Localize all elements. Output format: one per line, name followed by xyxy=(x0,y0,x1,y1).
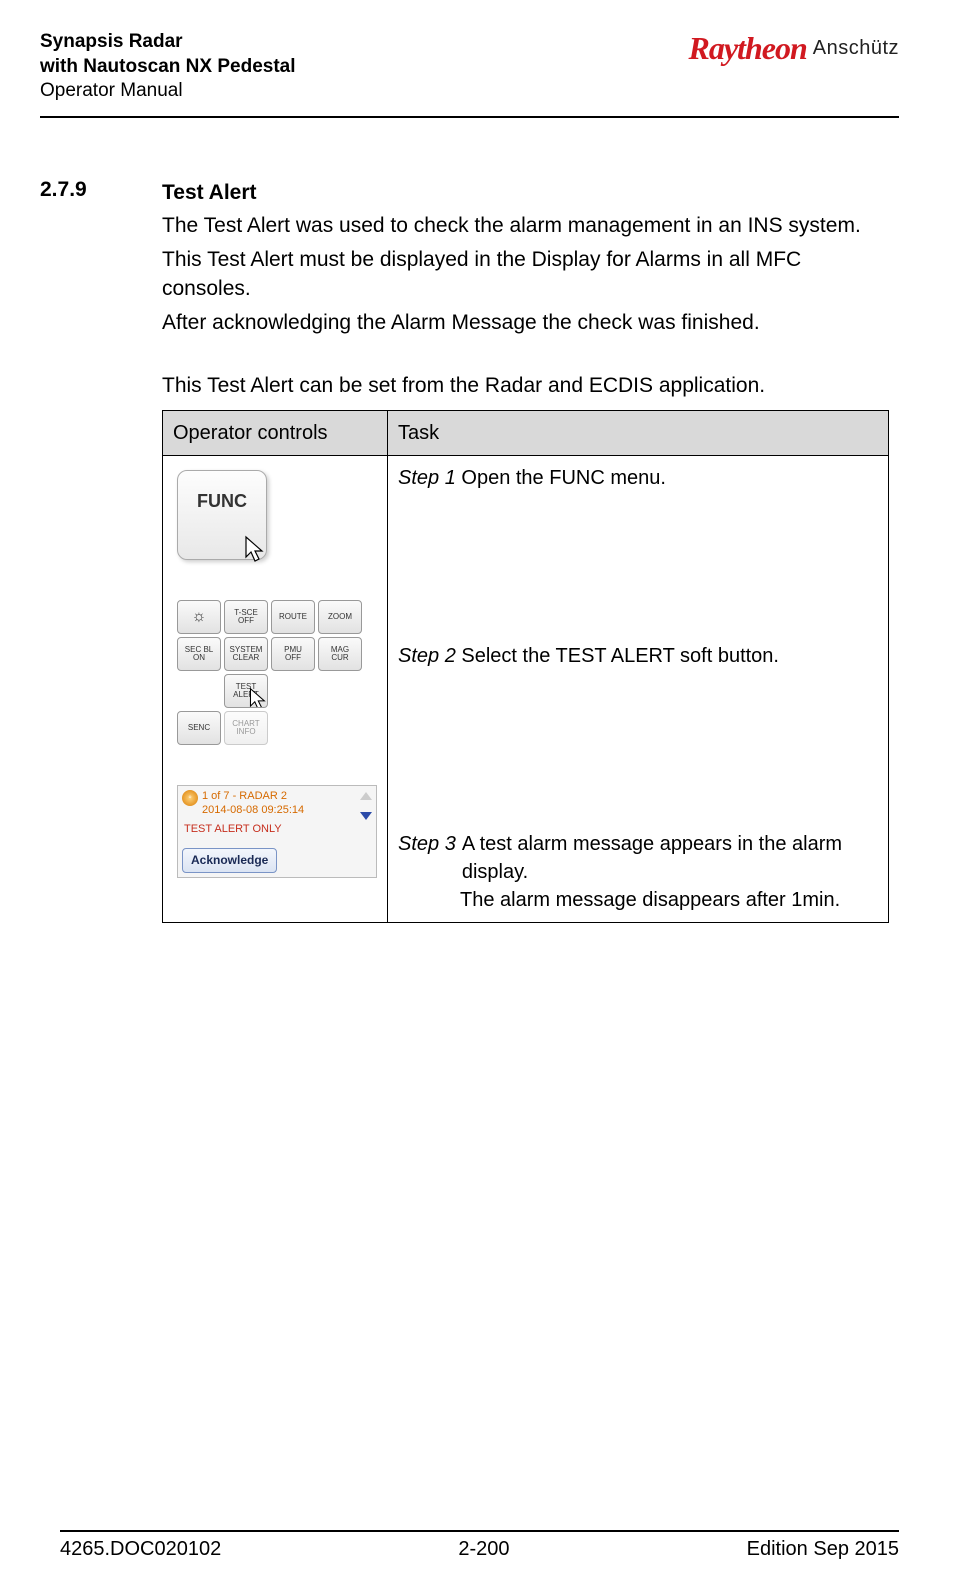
cursor-icon xyxy=(247,687,268,708)
func-button[interactable]: FUNC xyxy=(177,470,267,560)
task-table: Operator controls Task FUNC ☼ T-SCEOFF xyxy=(162,410,889,923)
section-heading: Test Alert xyxy=(162,178,889,207)
table-header-task: Task xyxy=(388,411,889,456)
alarm-count-line: 1 of 7 - RADAR 2 xyxy=(202,790,356,803)
route-button[interactable]: ROUTE xyxy=(271,600,315,634)
footer-divider xyxy=(60,1530,899,1532)
cursor-icon xyxy=(242,535,272,565)
operator-cell-func: FUNC ☼ T-SCEOFF ROUTE ZOOM SEC BLON SYST… xyxy=(163,456,388,923)
header-left: Synapsis Radar with Nautoscan NX Pedesta… xyxy=(40,30,296,104)
header-title-line2: with Nautoscan NX Pedestal xyxy=(40,55,296,80)
alarm-indicator-icon: ◦ xyxy=(182,790,198,806)
system-clear-button[interactable]: SYSTEMCLEAR xyxy=(224,637,268,671)
brightness-button[interactable]: ☼ xyxy=(177,600,221,634)
test-alert-button[interactable]: TESTALERT xyxy=(224,674,268,708)
mag-cur-button[interactable]: MAGCUR xyxy=(318,637,362,671)
step-1-label: Step 1 xyxy=(398,467,456,489)
step-1-line: Step 1 Open the FUNC menu. xyxy=(398,464,878,492)
table-row: FUNC ☼ T-SCEOFF ROUTE ZOOM SEC BLON SYST… xyxy=(163,456,889,923)
section-body: Test Alert The Test Alert was used to ch… xyxy=(162,178,889,923)
page-header: Synapsis Radar with Nautoscan NX Pedesta… xyxy=(40,30,899,104)
step-3-label: Step 3 xyxy=(398,830,456,886)
alarm-display-panel: ◦ 1 of 7 - RADAR 2 2014-08-08 09:25:14 T… xyxy=(177,785,377,877)
section-para-2: This Test Alert must be displayed in the… xyxy=(162,245,889,304)
step-3-text-a: A test alarm message appears in the alar… xyxy=(462,830,878,886)
step-2-line: Step 2 Select the TEST ALERT soft button… xyxy=(398,642,878,670)
step-2-label: Step 2 xyxy=(398,645,456,667)
section-para-1: The Test Alert was used to check the ala… xyxy=(162,211,889,240)
task-cell: Step 1 Open the FUNC menu. Step 2 Select… xyxy=(388,456,889,923)
section-para-4: This Test Alert can be set from the Rada… xyxy=(162,371,889,400)
secbl-on-button[interactable]: SEC BLON xyxy=(177,637,221,671)
header-subtitle: Operator Manual xyxy=(40,79,296,104)
tsce-off-button[interactable]: T-SCEOFF xyxy=(224,600,268,634)
section-2-7-9: 2.7.9 Test Alert The Test Alert was used… xyxy=(40,178,899,923)
scroll-up-icon[interactable] xyxy=(360,792,372,800)
footer-edition: Edition Sep 2015 xyxy=(747,1538,899,1561)
chart-info-button[interactable]: CHARTINFO xyxy=(224,711,268,745)
brand-logo: Raytheon Anschütz xyxy=(689,30,900,67)
section-para-3: After acknowledging the Alarm Message th… xyxy=(162,308,889,337)
func-button-label: FUNC xyxy=(197,489,247,514)
step-2-text: Select the TEST ALERT soft button. xyxy=(456,645,779,667)
step-1-text: Open the FUNC menu. xyxy=(456,467,666,489)
alarm-message: TEST ALERT ONLY xyxy=(184,822,372,837)
header-divider xyxy=(40,116,899,118)
step-3-line: Step 3 A test alarm message appears in t… xyxy=(398,830,878,886)
footer-page-number: 2-200 xyxy=(458,1538,509,1561)
page-footer: 4265.DOC020102 2-200 Edition Sep 2015 xyxy=(60,1530,899,1561)
footer-doc-id: 4265.DOC020102 xyxy=(60,1538,221,1561)
anschutz-logo-text: Anschütz xyxy=(813,37,899,60)
sun-icon: ☼ xyxy=(192,609,207,625)
alarm-scroll xyxy=(360,790,372,820)
acknowledge-button[interactable]: Acknowledge xyxy=(182,848,277,873)
table-header-operator: Operator controls xyxy=(163,411,388,456)
zoom-button[interactable]: ZOOM xyxy=(318,600,362,634)
section-number: 2.7.9 xyxy=(40,178,130,923)
raytheon-logo-text: Raytheon xyxy=(689,30,807,67)
header-title-line1: Synapsis Radar xyxy=(40,30,296,55)
step-3-text-b: The alarm message disappears after 1min. xyxy=(398,886,878,914)
senc-button[interactable]: SENC xyxy=(177,711,221,745)
soft-button-grid: ☼ T-SCEOFF ROUTE ZOOM SEC BLON SYSTEMCLE… xyxy=(177,600,377,745)
scroll-down-icon[interactable] xyxy=(360,812,372,820)
pmu-off-button[interactable]: PMUOFF xyxy=(271,637,315,671)
alarm-timestamp: 2014-08-08 09:25:14 xyxy=(202,804,356,817)
